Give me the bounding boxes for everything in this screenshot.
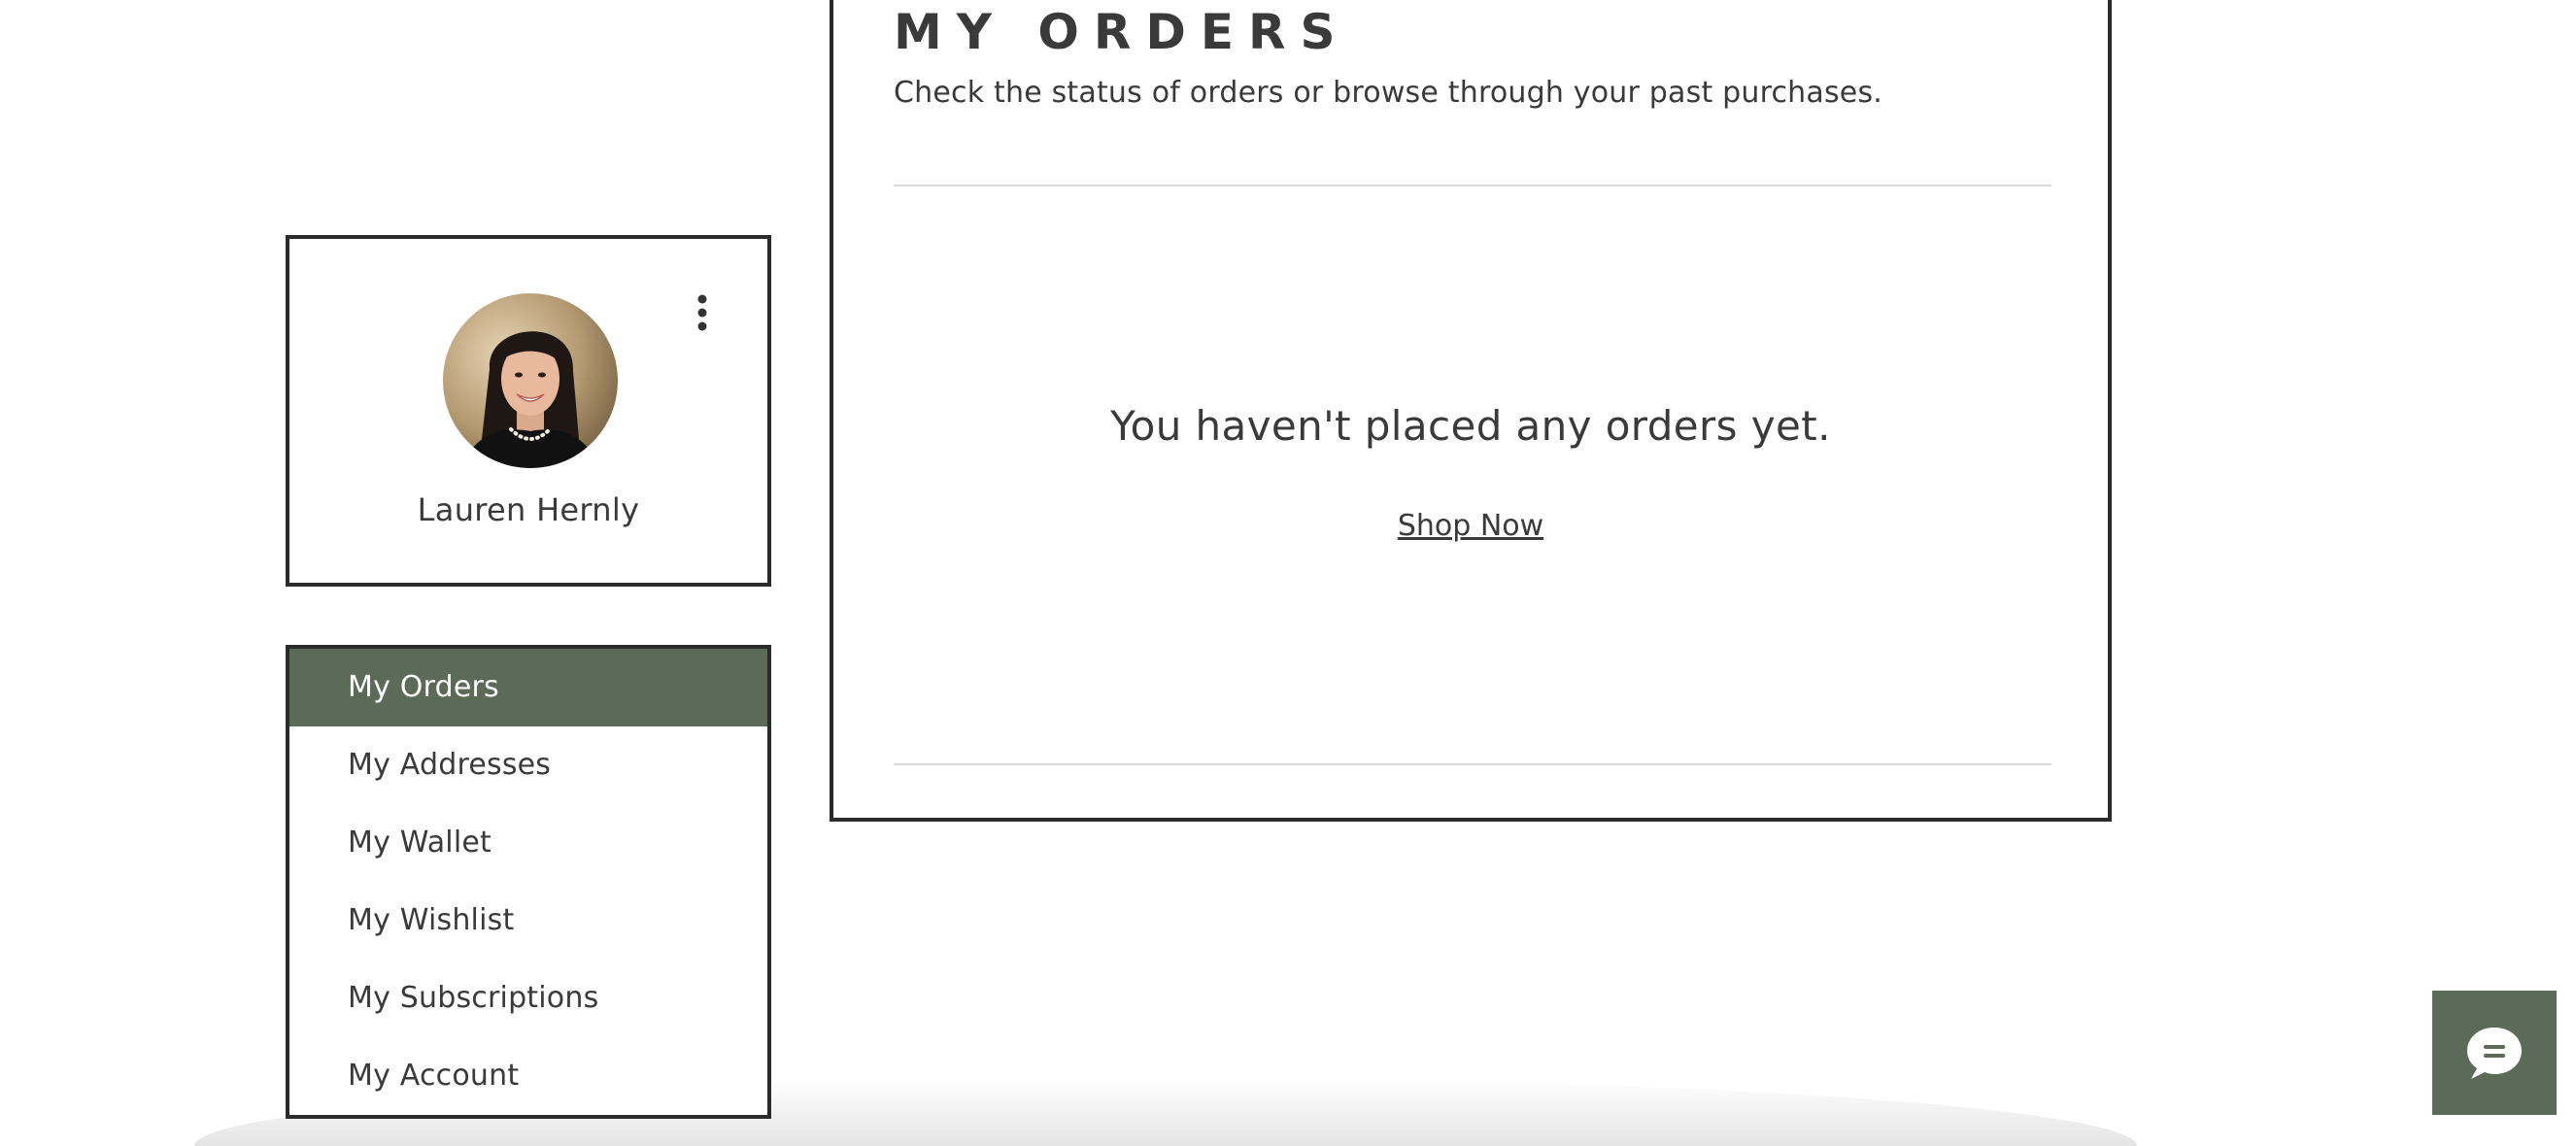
account-page: Lauren Hernly My Orders My Addresses My … (0, 0, 2576, 1146)
nav-item-my-account[interactable]: My Account (289, 1037, 767, 1115)
nav-item-my-wishlist[interactable]: My Wishlist (289, 882, 767, 960)
profile-name: Lauren Hernly (417, 491, 640, 528)
avatar[interactable] (443, 293, 618, 468)
shop-now-container: Shop Now (833, 509, 2108, 543)
profile-menu-button[interactable] (688, 291, 717, 334)
bottom-divider (894, 763, 2051, 765)
chat-bubble-icon (2467, 1028, 2522, 1079)
shop-now-link[interactable]: Shop Now (1398, 509, 1543, 543)
account-nav: My Orders My Addresses My Wallet My Wish… (286, 645, 771, 1119)
top-divider (894, 185, 2051, 186)
profile-card: Lauren Hernly (286, 235, 771, 587)
page-subtitle: Check the status of orders or browse thr… (894, 76, 1883, 110)
nav-item-my-subscriptions[interactable]: My Subscriptions (289, 960, 767, 1037)
page-title: MY ORDERS (894, 4, 1350, 60)
user-photo-icon (443, 293, 618, 468)
nav-item-my-orders[interactable]: My Orders (289, 649, 767, 726)
kebab-menu-icon (697, 294, 707, 331)
nav-item-my-addresses[interactable]: My Addresses (289, 726, 767, 804)
empty-orders-message: You haven't placed any orders yet. (1110, 402, 1831, 450)
nav-item-my-wallet[interactable]: My Wallet (289, 804, 767, 882)
orders-panel: MY ORDERS Check the status of orders or … (830, 0, 2112, 822)
chat-button[interactable] (2432, 991, 2557, 1115)
